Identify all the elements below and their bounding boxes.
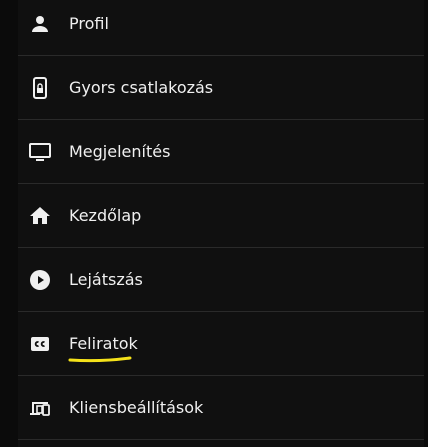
home-icon: [28, 204, 52, 228]
menu-item-client-settings[interactable]: Kliensbeállítások: [18, 376, 424, 440]
panel-edge-left: [0, 0, 18, 447]
menu-item-label: Kezdőlap: [69, 206, 142, 225]
phone-lock-icon: [28, 76, 52, 100]
person-icon: [28, 12, 52, 36]
menu-item-profil[interactable]: Profil: [18, 0, 424, 56]
play-circle-icon: [28, 268, 52, 292]
settings-menu: Profil Gyors csatlakozás Megjelenítés Ke…: [18, 0, 424, 440]
menu-item-label: Megjelenítés: [69, 142, 171, 161]
menu-item-label: Profil: [69, 14, 109, 33]
menu-item-display[interactable]: Megjelenítés: [18, 120, 424, 184]
menu-item-label: Gyors csatlakozás: [69, 78, 214, 97]
menu-item-playback[interactable]: Lejátszás: [18, 248, 424, 312]
panel-edge-right: [424, 0, 428, 447]
monitor-icon: [28, 140, 52, 164]
highlight-underline: [68, 356, 132, 363]
settings-panel: Profil Gyors csatlakozás Megjelenítés Ke…: [0, 0, 428, 447]
menu-item-label: Kliensbeállítások: [69, 398, 204, 417]
menu-item-quick-connect[interactable]: Gyors csatlakozás: [18, 56, 424, 120]
closed-captions-icon: [28, 332, 52, 356]
menu-item-label: Feliratok: [69, 334, 138, 353]
menu-item-subtitles[interactable]: Feliratok: [18, 312, 424, 376]
devices-icon: [28, 396, 52, 420]
menu-item-label: Lejátszás: [69, 270, 143, 289]
menu-item-home[interactable]: Kezdőlap: [18, 184, 424, 248]
